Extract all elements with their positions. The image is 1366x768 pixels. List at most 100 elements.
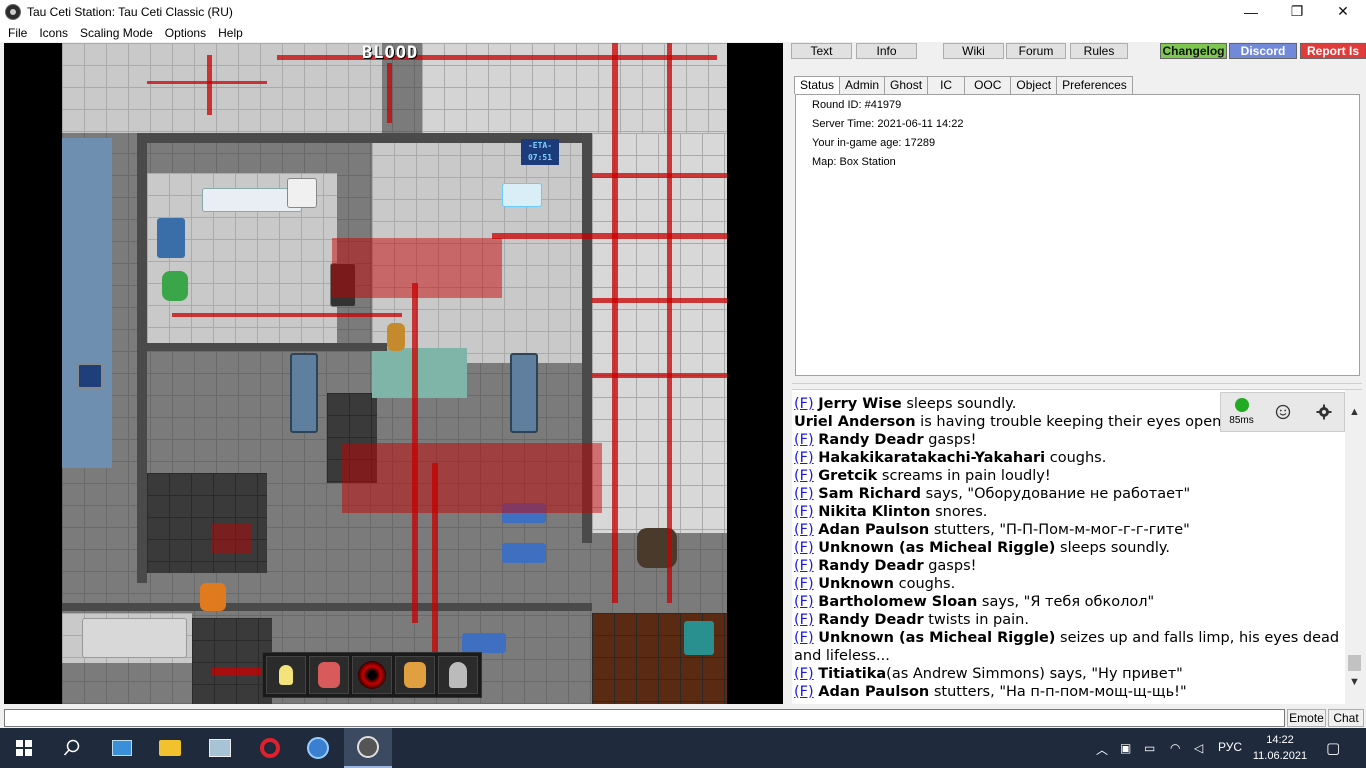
blood-splatter (592, 173, 727, 178)
follow-link[interactable]: (F) (794, 630, 814, 646)
tab-admin[interactable]: Admin (839, 76, 886, 94)
chat-settings-button[interactable] (1303, 393, 1344, 431)
wifi-icon[interactable]: ◠ (1170, 741, 1180, 755)
taskbar-app[interactable] (98, 728, 146, 768)
medical-machine[interactable] (287, 178, 317, 208)
close-button[interactable]: ✕ (1320, 0, 1366, 23)
follow-link[interactable]: (F) (794, 666, 814, 682)
emoji-button[interactable] (1262, 393, 1303, 431)
scroll-down-icon[interactable]: ▼ (1346, 674, 1363, 691)
info-button[interactable]: Info (856, 43, 917, 59)
tab-ic[interactable]: IC (927, 76, 966, 94)
follow-link[interactable]: (F) (794, 396, 814, 412)
menu-options[interactable]: Options (159, 26, 212, 40)
chat-log[interactable]: (F) Jerry Wise sleeps soundly. Uriel Ande… (792, 390, 1345, 704)
rules-button[interactable]: Rules (1070, 43, 1128, 59)
chat-button[interactable]: Chat (1328, 709, 1364, 727)
hotbar-slot[interactable] (438, 656, 478, 694)
forum-button[interactable]: Forum (1006, 43, 1066, 59)
windows-start-button[interactable] (0, 728, 48, 768)
meet-now-icon[interactable]: ▣ (1120, 741, 1131, 755)
clock[interactable]: 14:22 11.06.2021 (1250, 732, 1310, 764)
ping-dot-icon (1234, 398, 1249, 412)
tab-ooc[interactable]: OOC (964, 76, 1012, 94)
chat-message: (F) Randy Deadr gasps! (794, 557, 1342, 575)
follow-link[interactable]: (F) (794, 450, 814, 466)
round-id: Round ID: #41979 (812, 99, 902, 111)
blood-splatter (207, 55, 212, 115)
message-text: gasps! (923, 558, 977, 574)
follow-link[interactable]: (F) (794, 594, 814, 610)
search-button[interactable] (48, 728, 96, 768)
crewmember[interactable] (200, 583, 226, 611)
tab-preferences[interactable]: Preferences (1056, 76, 1133, 94)
maximize-button[interactable]: ❐ (1274, 0, 1320, 23)
follow-link[interactable]: (F) (794, 468, 814, 484)
language-indicator[interactable]: РУС (1218, 740, 1242, 754)
menu-icons[interactable]: Icons (33, 26, 74, 40)
menu-file[interactable]: File (2, 26, 33, 40)
seat[interactable] (684, 621, 714, 655)
pod-tube[interactable] (290, 353, 318, 433)
changelog-button[interactable]: Changelog (1160, 43, 1227, 59)
hotbar-slot[interactable] (309, 656, 349, 694)
menu-scaling-mode[interactable]: Scaling Mode (74, 26, 159, 40)
game-viewport[interactable]: -ETA- 07:51 BLOOD (4, 43, 783, 704)
taskbar-app[interactable] (146, 728, 194, 768)
follow-link[interactable]: (F) (794, 540, 814, 556)
minimize-button[interactable]: — (1228, 0, 1274, 23)
follow-link[interactable]: (F) (794, 522, 814, 538)
discord-button[interactable]: Discord (1229, 43, 1297, 59)
console[interactable] (157, 218, 185, 258)
crewmember[interactable] (387, 323, 405, 351)
chair[interactable] (462, 633, 506, 653)
follow-link[interactable]: (F) (794, 432, 814, 448)
opera-icon (260, 738, 280, 758)
taskbar-app[interactable] (196, 728, 244, 768)
follow-link[interactable]: (F) (794, 576, 814, 592)
follow-link[interactable]: (F) (794, 558, 814, 574)
report-issue-button[interactable]: Report Is (1300, 43, 1366, 59)
taskbar-app-active[interactable] (344, 728, 392, 768)
emote-button[interactable]: Emote (1287, 709, 1326, 727)
scroll-up-icon[interactable]: ▲ (1346, 404, 1363, 421)
chair[interactable] (502, 543, 546, 563)
hotbar-slot[interactable] (352, 656, 392, 694)
speaker-name: Jerry Wise (818, 396, 902, 412)
follow-link[interactable]: (F) (794, 612, 814, 628)
wiki-button[interactable]: Wiki (943, 43, 1004, 59)
crewmember[interactable] (162, 271, 188, 301)
blood-splatter (342, 443, 602, 513)
console[interactable] (502, 183, 542, 207)
chat-widgets: 85ms (1220, 392, 1345, 432)
console[interactable] (77, 363, 103, 389)
tab-object[interactable]: Object (1010, 76, 1058, 94)
bed[interactable] (82, 618, 187, 658)
menu-help[interactable]: Help (212, 26, 249, 40)
message-text: snores. (930, 504, 988, 520)
map-name: Map: Box Station (812, 156, 896, 168)
vortex-icon (358, 661, 386, 689)
pod-tube[interactable] (510, 353, 538, 433)
hotbar-slot[interactable] (266, 656, 306, 694)
tab-status[interactable]: Status (794, 76, 841, 94)
taskbar-app[interactable] (294, 728, 342, 768)
station-map[interactable]: -ETA- 07:51 (62, 43, 727, 704)
follow-link[interactable]: (F) (794, 504, 814, 520)
command-input[interactable] (4, 709, 1285, 727)
chat-scrollbar[interactable]: ▲ ▼ (1346, 390, 1363, 704)
follow-link[interactable]: (F) (794, 486, 814, 502)
battery-icon[interactable]: ▭ (1144, 741, 1155, 755)
volume-icon[interactable]: ◁ (1194, 741, 1203, 755)
text-button[interactable]: Text (791, 43, 852, 59)
notifications-icon[interactable]: ▢ (1326, 739, 1340, 757)
taskbar-app[interactable] (246, 728, 294, 768)
chevron-up-icon[interactable]: ︿ (1096, 741, 1108, 758)
ping-indicator: 85ms (1221, 393, 1262, 431)
scroll-thumb[interactable] (1348, 655, 1361, 671)
panel-splitter[interactable] (792, 383, 1362, 390)
tab-ghost[interactable]: Ghost (884, 76, 929, 94)
follow-link[interactable]: (F) (794, 684, 814, 700)
hotbar-slot[interactable] (395, 656, 435, 694)
wall (137, 343, 387, 351)
